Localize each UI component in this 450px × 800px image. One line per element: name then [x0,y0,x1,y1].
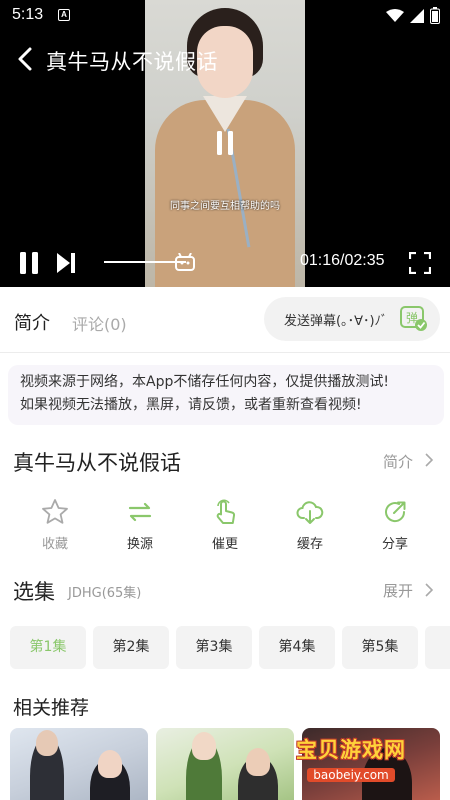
tab-intro[interactable]: 简介 [14,309,50,335]
episode-button[interactable]: 第2集 [93,626,169,669]
action-row: 收藏 换源 催更 缓存 分享 [0,497,450,557]
urge-icon [216,499,236,524]
status-icons [386,7,440,24]
download-button[interactable]: 缓存 [280,497,340,552]
center-pause-icon[interactable] [216,131,234,155]
watermark-title: 宝贝游戏网 [296,738,406,762]
related-heading: 相关推荐 [13,697,90,719]
notice-line-1: 视频来源于网络，本App不储存任何内容，仅提供播放测试! [20,374,389,390]
wifi-icon [386,8,404,22]
episode-button-partial[interactable] [425,626,450,669]
danmaku-input[interactable]: 发送弹幕(｡･∀･)ﾉﾞ 弹 [264,297,440,341]
related-thumbnail[interactable] [156,728,294,800]
episode-button[interactable]: 第4集 [259,626,335,669]
urge-update-label: 催更 [211,537,238,552]
favorite-button[interactable]: 收藏 [25,497,85,552]
star-icon [42,499,68,524]
download-cloud-icon [296,501,324,524]
back-arrow-icon[interactable] [14,46,38,72]
switch-source-label: 换源 [126,537,153,552]
progress-thumb-icon[interactable] [175,253,195,271]
disclaimer-notice: 视频来源于网络，本App不储存任何内容，仅提供播放测试! 如果视频无法播放，黑屏… [8,365,444,425]
episodes-heading: 选集 [13,580,55,604]
switch-icon [128,502,152,522]
thumb-face [192,732,216,760]
time-display: 01:16/02:35 [300,252,385,269]
fullscreen-icon[interactable] [409,252,431,274]
video-subtitle: 同事之间要互相帮助的吗 [170,201,280,212]
tab-comments[interactable]: 评论(0) [72,311,127,335]
video-player[interactable]: 5:13 A 真牛马从不说假话 同事之间要互相帮助的吗 01:16/02:35 [0,0,450,287]
signal-icon [410,8,424,23]
download-label: 缓存 [296,537,323,552]
status-time: 5:13 [12,6,44,23]
episode-button[interactable]: 第5集 [342,626,418,669]
episode-button[interactable]: 第3集 [176,626,252,669]
share-label: 分享 [381,537,408,552]
episode-button[interactable]: 第1集 [10,626,86,669]
notice-line-2: 如果视频无法播放，黑屏，请反馈，或者重新查看视频! [20,397,362,413]
related-thumbnail[interactable] [10,728,148,800]
switch-source-button[interactable]: 换源 [110,497,170,552]
urge-update-button[interactable]: 催更 [195,497,255,552]
series-title: 真牛马从不说假话 [13,451,181,475]
danmaku-toggle-icon[interactable]: 弹 [400,306,428,332]
video-title: 真牛马从不说假话 [46,50,218,74]
status-app-icon: A [58,9,70,21]
episodes-expand-link[interactable]: 展开 [383,580,413,601]
thumb-face [98,750,122,778]
thumb-face [246,748,270,776]
watermark-logo: 宝贝游戏网 baobeiy.com [276,734,426,783]
progress-bar[interactable] [104,261,186,263]
thumb-face [36,730,58,756]
episodes-count: JDHG(65集) [68,586,142,601]
pause-icon[interactable] [18,251,40,275]
battery-icon [430,7,440,24]
status-bar: 5:13 A [0,0,450,30]
watermark-domain: baobeiy.com [307,768,395,782]
next-episode-icon[interactable] [54,251,78,275]
chevron-right-icon[interactable] [424,583,434,597]
chevron-right-icon[interactable] [424,453,434,467]
share-button[interactable]: 分享 [365,497,425,552]
tab-bar: 简介 评论(0) 发送弹幕(｡･∀･)ﾉﾞ 弹 [0,287,450,353]
share-icon [385,501,406,523]
episode-list: 第1集 第2集 第3集 第4集 第5集 [10,626,450,670]
danmaku-placeholder: 发送弹幕(｡･∀･)ﾉﾞ [284,314,388,329]
intro-link[interactable]: 简介 [383,451,413,472]
favorite-label: 收藏 [41,537,68,552]
